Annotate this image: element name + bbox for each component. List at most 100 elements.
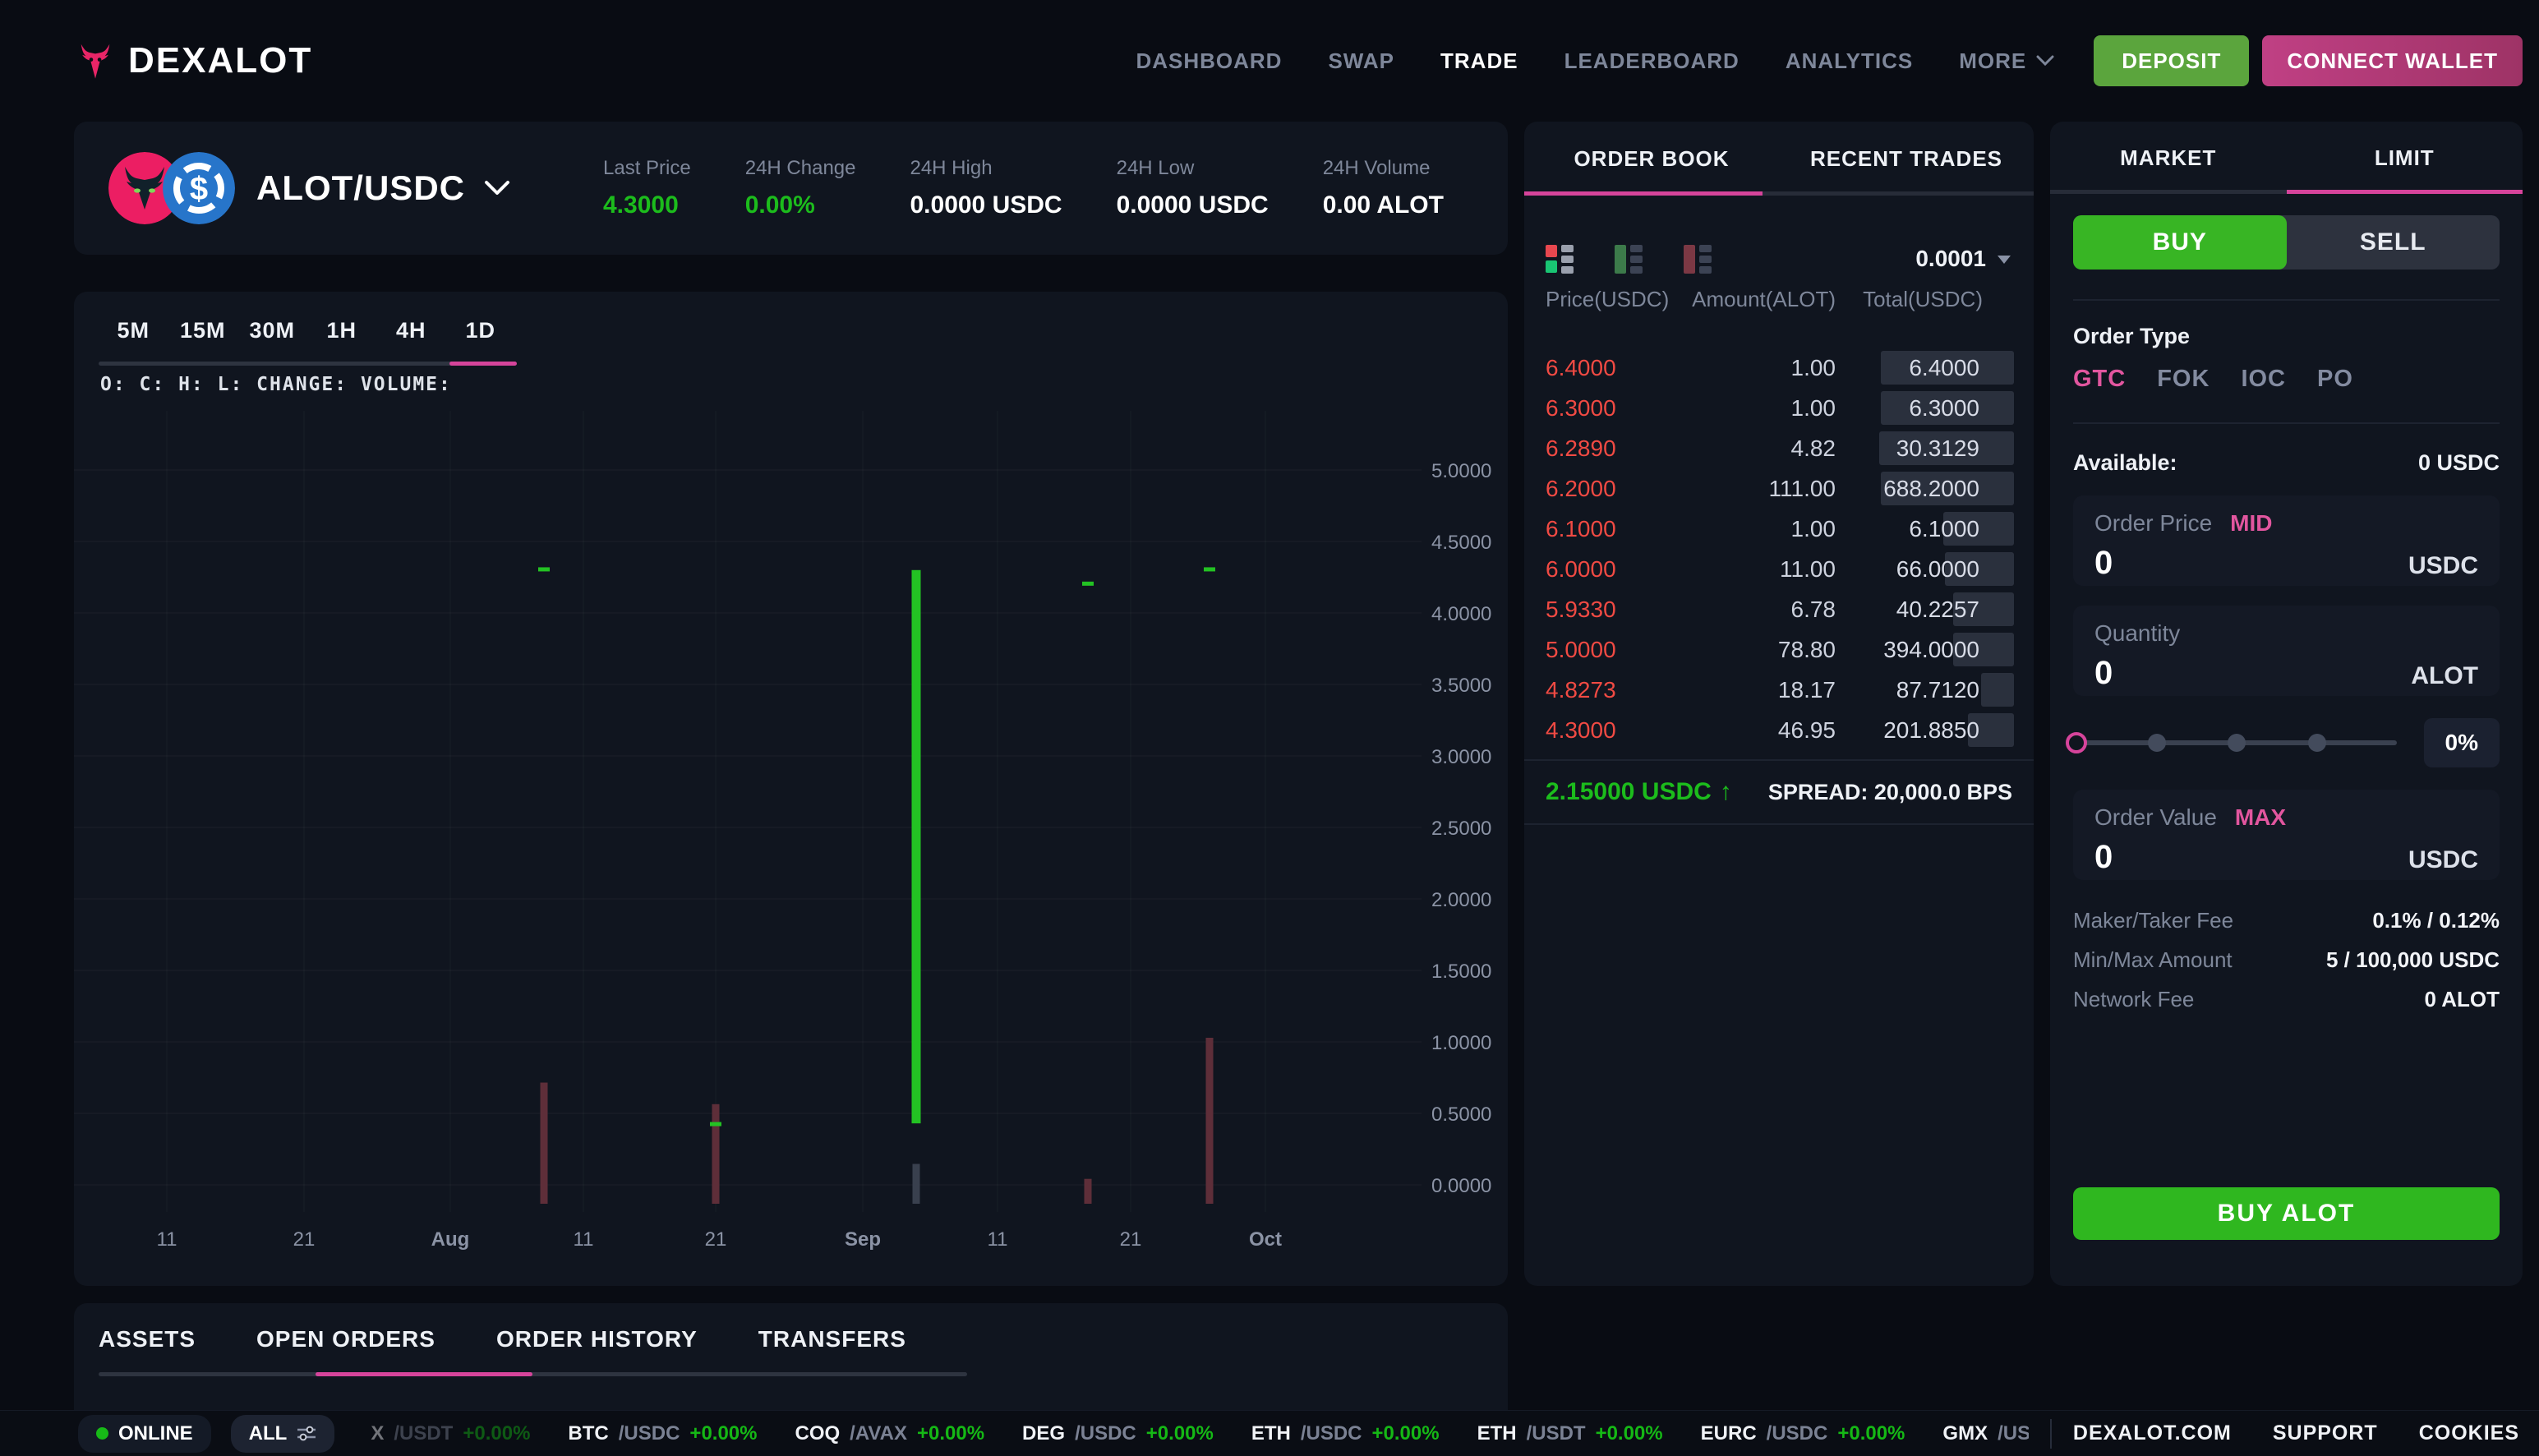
stat-24h-change: 24H Change0.00% [745,157,856,219]
ticker-eth-usdc[interactable]: ETH/USDC+0.00% [1251,1422,1440,1445]
orderbook-row[interactable]: 6.2000111.00688.2000 [1524,468,2034,509]
timeframe-1h[interactable]: 1H [307,318,377,343]
fee-row-network-fee: Network Fee0 ALOT [2073,987,2500,1012]
footer-link-support[interactable]: SUPPORT [2273,1421,2378,1445]
timeframe-1d[interactable]: 1D [446,318,516,343]
ask-amount: 78.80 [1685,637,1836,663]
ticker-change: +0.00% [463,1422,530,1445]
main-layout: $ ALOT/USDC Last Price4.300024H Change0.… [0,122,2539,1410]
ask-price: 6.4000 [1546,355,1685,381]
max-value-button[interactable]: MAX [2235,804,2286,831]
slider-stop-50[interactable] [2228,734,2246,752]
order-type-gtc[interactable]: GTC [2073,366,2126,393]
nav-item-dashboard[interactable]: DASHBOARD [1136,48,1282,74]
order-price-field[interactable]: Order Price MID 0 USDC [2073,495,2500,586]
connect-wallet-button[interactable]: CONNECT WALLET [2262,35,2523,86]
trade-mode-tabs: MARKETLIMIT [2050,122,2523,194]
status-pill[interactable]: ONLINE [78,1415,211,1453]
y-axis-label: 3.5000 [1431,675,1491,697]
orderbook-row[interactable]: 6.28904.8230.3129 [1524,428,2034,468]
orderbook-view-split-icon[interactable] [1546,245,1574,274]
precision-value: 0.0001 [1915,246,1986,272]
y-axis-label: 1.5000 [1431,961,1491,983]
timeframe-4h[interactable]: 4H [376,318,446,343]
quantity-input[interactable]: 0 [2094,655,2113,692]
ticker-x-usdt[interactable]: X/USDT+0.00% [371,1422,530,1445]
ticker-eth-usdt[interactable]: ETH/USDT+0.00% [1477,1422,1663,1445]
tab-order-history[interactable]: ORDER HISTORY [496,1326,698,1352]
stat-24h-volume: 24H Volume0.00 ALOT [1323,157,1444,219]
orderbook-row[interactable]: 5.93306.7840.2257 [1524,589,2034,629]
buy-tab[interactable]: BUY [2073,215,2287,270]
mid-price-button[interactable]: MID [2230,510,2272,537]
ask-price: 6.2890 [1546,435,1685,462]
ticker-gmx-usdc[interactable]: GMX/USDC+0.00% [1942,1422,2028,1445]
timeframe-15m[interactable]: 15M [168,318,238,343]
filter-label: ALL [249,1422,288,1445]
timeframe-30m[interactable]: 30M [237,318,307,343]
quantity-slider[interactable] [2076,740,2397,745]
ticker-filter-pill[interactable]: ALL [231,1415,335,1453]
nav-item-more[interactable]: MORE [1959,48,2054,74]
dexalot-logo[interactable]: DEXALOT [74,39,312,82]
quantity-slider-row: 0% [2073,716,2500,770]
tab-transfers[interactable]: TRANSFERS [758,1326,906,1352]
ask-price: 6.3000 [1546,395,1685,422]
order-price-unit: USDC [2408,552,2478,580]
nav-item-trade[interactable]: TRADE [1440,48,1518,74]
ticker-deg-usdc[interactable]: DEG/USDC+0.00% [1022,1422,1214,1445]
y-axis-label: 1.0000 [1431,1032,1491,1054]
precision-dropdown[interactable]: 0.0001 [1915,246,2012,272]
orderbook-row[interactable]: 4.827318.1787.7120 [1524,670,2034,710]
nav-item-leaderboard[interactable]: LEADERBOARD [1564,48,1740,74]
ticker-eurc-usdc[interactable]: EURC/USDC+0.00% [1701,1422,1905,1445]
timeframe-tabs: 5M15M30M1H4H1D [99,318,515,343]
tab-order-book[interactable]: ORDER BOOK [1524,122,1779,196]
left-column: $ ALOT/USDC Last Price4.300024H Change0.… [74,122,1508,1410]
orderbook-row[interactable]: 6.10001.006.1000 [1524,509,2034,549]
order-type-po[interactable]: PO [2317,366,2353,393]
orderbook-view-bids-icon[interactable] [1615,245,1643,274]
tab-open-orders[interactable]: OPEN ORDERS [256,1326,435,1352]
price-chart[interactable]: 5.00004.50004.00003.50003.00002.50002.00… [74,411,1508,1269]
order-value-input[interactable]: 0 [2094,839,2113,876]
order-value-field[interactable]: Order Value MAX 0 USDC [2073,790,2500,880]
pair-selector[interactable]: ALOT/USDC [256,168,511,208]
ask-amount: 6.78 [1685,597,1836,623]
orderbook-row[interactable]: 5.000078.80394.0000 [1524,629,2034,670]
order-type-fok[interactable]: FOK [2157,366,2210,393]
ticker-btc-usdc[interactable]: BTC/USDC+0.00% [568,1422,757,1445]
sell-tab[interactable]: SELL [2287,215,2500,270]
orderbook-row[interactable]: 6.30001.006.3000 [1524,388,2034,428]
orderbook-view-asks-icon[interactable] [1684,245,1712,274]
ask-amount: 4.82 [1685,435,1836,462]
tab-market[interactable]: MARKET [2050,122,2287,194]
orderbook-row[interactable]: 4.300046.95201.8850 [1524,710,2034,750]
spread-value: SPREAD: 20,000.0 BPS [1768,780,2012,805]
orders-tabs-track [99,1372,967,1376]
orderbook-row[interactable]: 6.000011.0066.0000 [1524,549,2034,589]
main-nav: DASHBOARD SWAP TRADE LEADERBOARD ANALYTICS MO… [1136,48,2054,74]
footer-link-cookies[interactable]: COOKIES [2419,1421,2519,1445]
deposit-button[interactable]: DEPOSIT [2094,35,2249,86]
quantity-field[interactable]: Quantity 0 ALOT [2073,606,2500,696]
tab-assets[interactable]: ASSETS [99,1326,196,1352]
slider-stop-75[interactable] [2308,734,2326,752]
timeframe-5m[interactable]: 5M [99,318,168,343]
order-price-input[interactable]: 0 [2094,545,2113,582]
slider-stop-25[interactable] [2148,734,2166,752]
footer-link-dexalot-com[interactable]: DEXALOT.COM [2073,1421,2232,1445]
col-price: Price(USDC) [1546,287,1685,312]
order-type-ioc[interactable]: IOC [2241,366,2286,393]
ticker-coq-avax[interactable]: COQ/AVAX+0.00% [795,1422,985,1445]
ask-amount: 18.17 [1685,677,1836,703]
nav-item-swap[interactable]: SWAP [1328,48,1394,74]
orderbook-row[interactable]: 6.40001.006.4000 [1524,348,2034,388]
tab-recent-trades[interactable]: RECENT TRADES [1779,122,2034,196]
nav-item-analytics[interactable]: ANALYTICS [1786,48,1913,74]
tab-limit[interactable]: LIMIT [2287,122,2523,194]
slider-handle[interactable] [2066,732,2087,753]
candle-doji [710,1122,721,1127]
stat-value: 0.0000 USDC [910,191,1062,219]
buy-alot-button[interactable]: BUY ALOT [2073,1187,2500,1240]
